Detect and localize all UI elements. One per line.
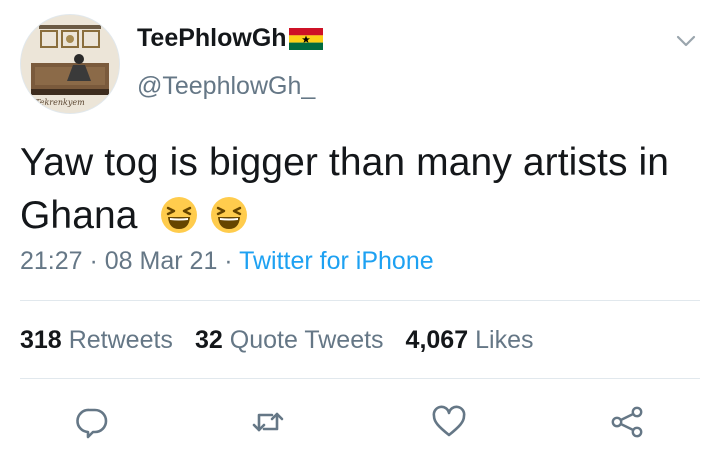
reply-icon[interactable] [74, 404, 110, 440]
retweets-count: 318 [20, 326, 62, 354]
likes-stat[interactable]: 4,067 Likes [406, 326, 534, 355]
quote-tweets-count: 32 [194, 326, 223, 354]
tweet-meta: 21:27 · 08 Mar 21 · Twitter for iPhone [20, 247, 434, 276]
tweet-text: Yaw tog is bigger than many artists in G… [20, 136, 710, 242]
profile-photo: Tekrenkyem [21, 15, 119, 113]
ghana-flag-icon [288, 27, 323, 50]
share-icon[interactable] [609, 404, 645, 440]
laughing-face-emoji [211, 197, 248, 233]
like-icon[interactable] [431, 404, 467, 440]
divider [20, 300, 700, 301]
display-name-text: TeePhlowGh [137, 24, 287, 52]
retweet-icon[interactable] [250, 404, 286, 440]
likes-count: 4,067 [405, 326, 469, 354]
laughing-face-emoji [160, 197, 197, 233]
svg-text:Tekrenkyem: Tekrenkyem [35, 98, 85, 107]
tweet-stats: 318 Retweets 32 Quote Tweets 4,067 Likes [20, 326, 533, 355]
chevron-down-icon[interactable] [673, 28, 699, 54]
tweet-date[interactable]: 08 Mar 21 [105, 247, 218, 275]
likes-label: Likes [475, 326, 534, 354]
tweet-source[interactable]: Twitter for iPhone [239, 247, 434, 275]
retweets-label: Retweets [68, 326, 173, 354]
meta-separator: · [217, 247, 240, 275]
tweet-body: Yaw tog is bigger than many artists in G… [20, 141, 670, 237]
user-handle[interactable]: @TeephlowGh_ [137, 72, 315, 101]
tweet-time[interactable]: 21:27 [20, 247, 83, 275]
display-name[interactable]: TeePhlowGh [137, 24, 323, 53]
meta-separator: · [82, 247, 105, 275]
divider [20, 378, 700, 379]
action-bar [0, 400, 720, 444]
quote-tweets-label: Quote Tweets [229, 326, 384, 354]
avatar[interactable]: Tekrenkyem [20, 14, 120, 114]
quote-tweets-stat[interactable]: 32 Quote Tweets [195, 326, 384, 355]
retweets-stat[interactable]: 318 Retweets [20, 326, 173, 355]
